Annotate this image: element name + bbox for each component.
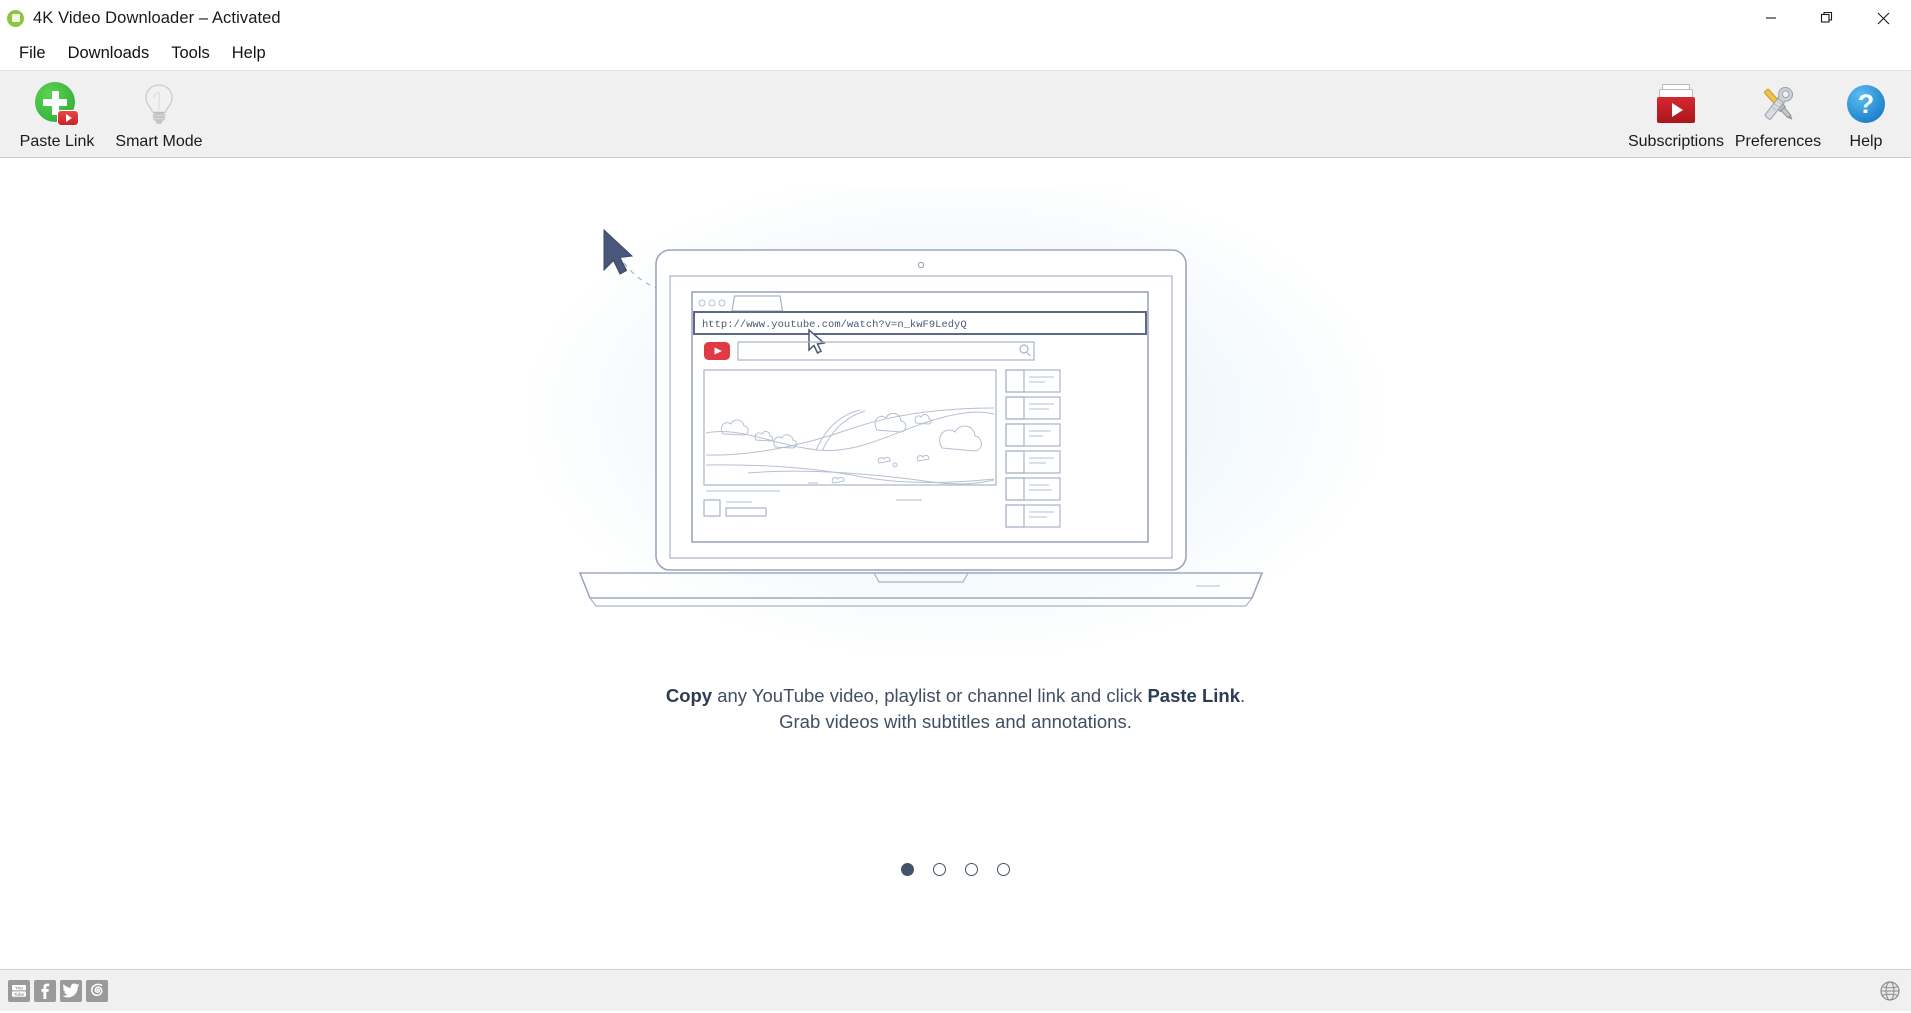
toolbar-right-group: Subscriptions Preferences ? Help xyxy=(1625,75,1903,151)
trackpad-notch xyxy=(872,572,969,583)
instagram-link[interactable] xyxy=(86,979,108,1002)
instagram-icon xyxy=(90,983,102,996)
lightbulb-icon xyxy=(145,84,173,124)
menu-item-downloads[interactable]: Downloads xyxy=(57,40,161,67)
menu-item-tools[interactable]: Tools xyxy=(160,40,221,67)
toolbar-left-group: Paste Link Smart Mode xyxy=(0,71,210,151)
twitter-link[interactable] xyxy=(60,979,82,1002)
subscriptions-label: Subscriptions xyxy=(1627,133,1725,150)
subscriptions-icon-wrap xyxy=(1652,81,1700,127)
carousel-dot-2[interactable] xyxy=(933,863,946,876)
hero-illustration: .ln { fill:none; stroke:#9aa6bd; stroke-… xyxy=(525,188,1386,658)
window-controls xyxy=(1743,0,1911,36)
language-globe-button[interactable] xyxy=(1879,980,1901,1002)
main-content: .ln { fill:none; stroke:#9aa6bd; stroke-… xyxy=(0,158,1911,969)
status-bar: You Tube xyxy=(0,969,1911,1011)
paste-link-button[interactable]: Paste Link xyxy=(6,75,108,151)
restore-icon xyxy=(1820,11,1833,23)
laptop-youtube-illustration: .ln { fill:none; stroke:#9aa6bd; stroke-… xyxy=(578,228,1263,607)
caption-line-2: Grab videos with subtitles and annotatio… xyxy=(779,711,1132,733)
subscriptions-folder-icon xyxy=(1652,82,1700,126)
smart-mode-icon-wrap xyxy=(135,81,183,127)
preferences-icon-wrap xyxy=(1754,81,1802,127)
minimize-icon xyxy=(1766,17,1776,19)
paste-link-icon-wrap xyxy=(33,81,81,127)
paste-link-icon xyxy=(35,82,79,126)
toolbar: Paste Link Smart Mode Subscriptions Pref… xyxy=(0,70,1911,158)
social-links: You Tube xyxy=(0,979,108,1002)
youtube-icon: You Tube xyxy=(12,984,26,997)
paste-link-label: Paste Link xyxy=(19,133,95,150)
facebook-link[interactable] xyxy=(34,979,56,1002)
close-button[interactable] xyxy=(1855,0,1911,36)
carousel-dot-4[interactable] xyxy=(997,863,1010,876)
help-label: Help xyxy=(1849,133,1883,150)
close-icon xyxy=(1877,12,1889,24)
wrench-screwdriver-icon xyxy=(1763,86,1793,120)
menu-bar: File Downloads Tools Help xyxy=(0,36,1911,70)
app-logo-icon xyxy=(7,9,24,27)
help-question-icon: ? xyxy=(1847,85,1885,123)
hero-caption: Copy any YouTube video, playlist or chan… xyxy=(0,683,1911,736)
help-icon-wrap: ? xyxy=(1842,81,1890,127)
preferences-label: Preferences xyxy=(1734,133,1822,150)
caption-line-1: Copy any YouTube video, playlist or chan… xyxy=(666,685,1245,706)
smart-mode-label: Smart Mode xyxy=(115,133,203,150)
window-title: 4K Video Downloader – Activated xyxy=(33,8,281,27)
subscriptions-button[interactable]: Subscriptions xyxy=(1625,75,1727,151)
caption-period: . xyxy=(1240,685,1246,706)
youtube-link[interactable]: You Tube xyxy=(8,979,30,1002)
preferences-button[interactable]: Preferences xyxy=(1727,75,1829,151)
twitter-icon xyxy=(62,983,79,998)
smart-mode-button[interactable]: Smart Mode xyxy=(108,75,210,151)
carousel-dot-3[interactable] xyxy=(965,863,978,876)
url-text: http://www.youtube.com/watch?v=n_kwF9Led… xyxy=(702,319,967,331)
caption-copy-bold: Copy xyxy=(665,685,713,706)
svg-text:You: You xyxy=(15,985,23,990)
facebook-icon xyxy=(41,983,50,999)
caption-paste-link-bold: Paste Link xyxy=(1147,685,1240,706)
caption-mid-text: any YouTube video, playlist or channel l… xyxy=(712,685,1148,706)
globe-icon xyxy=(1880,980,1900,1001)
title-bar: 4K Video Downloader – Activated xyxy=(0,0,1911,36)
youtube-badge-icon xyxy=(57,110,79,126)
carousel-dots xyxy=(0,863,1911,876)
help-button[interactable]: ? Help xyxy=(1829,75,1903,151)
restore-button[interactable] xyxy=(1799,0,1855,36)
carousel-dot-1[interactable] xyxy=(901,863,914,876)
svg-text:Tube: Tube xyxy=(14,992,25,997)
menu-item-help[interactable]: Help xyxy=(221,40,277,67)
laptop-base xyxy=(578,572,1263,599)
arrow-cursor xyxy=(603,228,633,275)
minimize-button[interactable] xyxy=(1743,0,1799,36)
menu-item-file[interactable]: File xyxy=(8,40,57,67)
